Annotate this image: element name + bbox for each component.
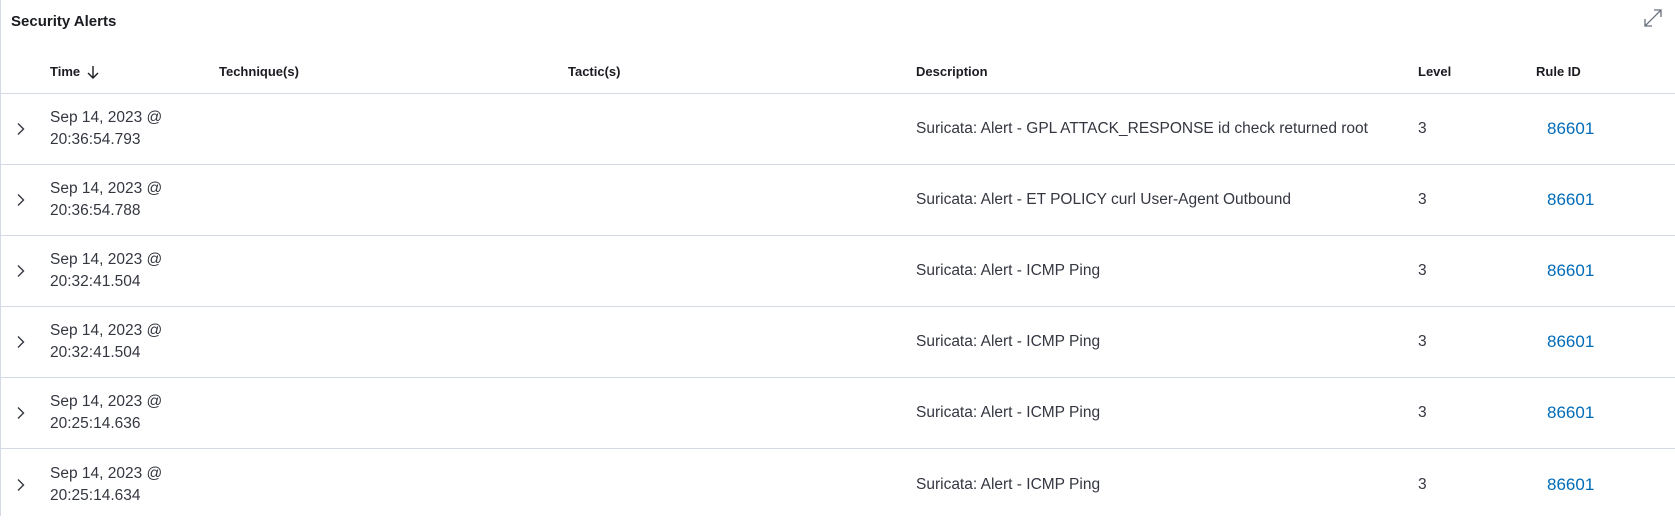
alert-timestamp: Sep 14, 2023 @20:36:54.793	[50, 109, 163, 148]
alert-techniques	[219, 449, 559, 520]
expand-panel-button[interactable]	[1641, 6, 1665, 30]
fullscreen-expand-icon	[1644, 9, 1662, 27]
column-header-description[interactable]: Description	[916, 50, 1406, 93]
alert-level: 3	[1418, 475, 1427, 493]
alert-level: 3	[1418, 262, 1427, 279]
alerts-table: Time Technique(s) Tactic(s) Description …	[1, 50, 1675, 520]
alert-description: Suricata: Alert - ICMP Ping	[916, 475, 1101, 493]
column-header-tactics[interactable]: Tactic(s)	[568, 50, 908, 93]
table-row: Sep 14, 2023 @20:25:14.634 Suricata: Ale…	[1, 449, 1675, 520]
panel-title: Security Alerts	[11, 13, 117, 30]
alert-timestamp: Sep 14, 2023 @20:25:14.634	[50, 464, 163, 504]
alert-tactics	[568, 307, 908, 377]
expand-row-button[interactable]	[9, 188, 33, 212]
alert-tactics	[568, 165, 908, 235]
alert-description: Suricata: Alert - ICMP Ping	[916, 333, 1101, 350]
table-header: Time Technique(s) Tactic(s) Description …	[1, 50, 1675, 94]
alert-tactics	[568, 236, 908, 306]
rule-id-link[interactable]: 86601	[1547, 332, 1594, 352]
arrow-down-icon	[87, 65, 99, 79]
rule-id-link[interactable]: 86601	[1547, 261, 1594, 281]
expand-row-button[interactable]	[9, 401, 33, 425]
rule-id-link[interactable]: 86601	[1547, 403, 1594, 423]
chevron-right-icon	[17, 194, 25, 206]
chevron-right-icon	[17, 336, 25, 348]
alert-description: Suricata: Alert - ICMP Ping	[916, 404, 1101, 421]
alert-level: 3	[1418, 120, 1427, 137]
alert-level: 3	[1418, 191, 1427, 208]
alert-description: Suricata: Alert - ICMP Ping	[916, 262, 1101, 279]
chevron-right-icon	[17, 478, 25, 491]
rule-id-link[interactable]: 86601	[1547, 190, 1594, 210]
alert-techniques	[219, 94, 559, 164]
column-header-techniques[interactable]: Technique(s)	[219, 50, 559, 93]
table-row: Sep 14, 2023 @20:36:54.793 Suricata: Ale…	[1, 94, 1675, 165]
alert-techniques	[219, 307, 559, 377]
table-row: Sep 14, 2023 @20:36:54.788 Suricata: Ale…	[1, 165, 1675, 236]
table-row: Sep 14, 2023 @20:25:14.636 Suricata: Ale…	[1, 378, 1675, 449]
table-row: Sep 14, 2023 @20:32:41.504 Suricata: Ale…	[1, 236, 1675, 307]
rule-id-link[interactable]: 86601	[1547, 119, 1594, 139]
table-row: Sep 14, 2023 @20:32:41.504 Suricata: Ale…	[1, 307, 1675, 378]
column-header-rule-id[interactable]: Rule ID	[1536, 50, 1666, 93]
alert-timestamp: Sep 14, 2023 @20:32:41.504	[50, 322, 163, 361]
alert-description: Suricata: Alert - GPL ATTACK_RESPONSE id…	[916, 120, 1368, 137]
rule-id-link[interactable]: 86601	[1547, 475, 1594, 495]
column-header-level[interactable]: Level	[1418, 50, 1518, 93]
expand-row-button[interactable]	[9, 117, 33, 141]
alert-level: 3	[1418, 404, 1427, 421]
alert-timestamp: Sep 14, 2023 @20:25:14.636	[50, 393, 163, 432]
expand-row-button[interactable]	[9, 330, 33, 354]
alert-techniques	[219, 165, 559, 235]
alert-tactics	[568, 94, 908, 164]
column-header-time-label: Time	[50, 64, 81, 79]
alert-timestamp: Sep 14, 2023 @20:32:41.504	[50, 251, 163, 290]
alert-tactics	[568, 378, 908, 448]
expand-row-button[interactable]	[9, 259, 33, 283]
expand-row-button[interactable]	[9, 473, 33, 497]
chevron-right-icon	[17, 123, 25, 135]
chevron-right-icon	[17, 407, 25, 419]
alert-description: Suricata: Alert - ET POLICY curl User-Ag…	[916, 191, 1292, 208]
alert-techniques	[219, 378, 559, 448]
security-alerts-panel: Security Alerts Time Technique(s) Tactic…	[0, 0, 1675, 516]
alert-timestamp: Sep 14, 2023 @20:36:54.788	[50, 180, 163, 219]
alert-level: 3	[1418, 333, 1427, 350]
column-header-time[interactable]: Time	[50, 50, 210, 93]
alert-techniques	[219, 236, 559, 306]
chevron-right-icon	[17, 265, 25, 277]
alert-tactics	[568, 449, 908, 520]
